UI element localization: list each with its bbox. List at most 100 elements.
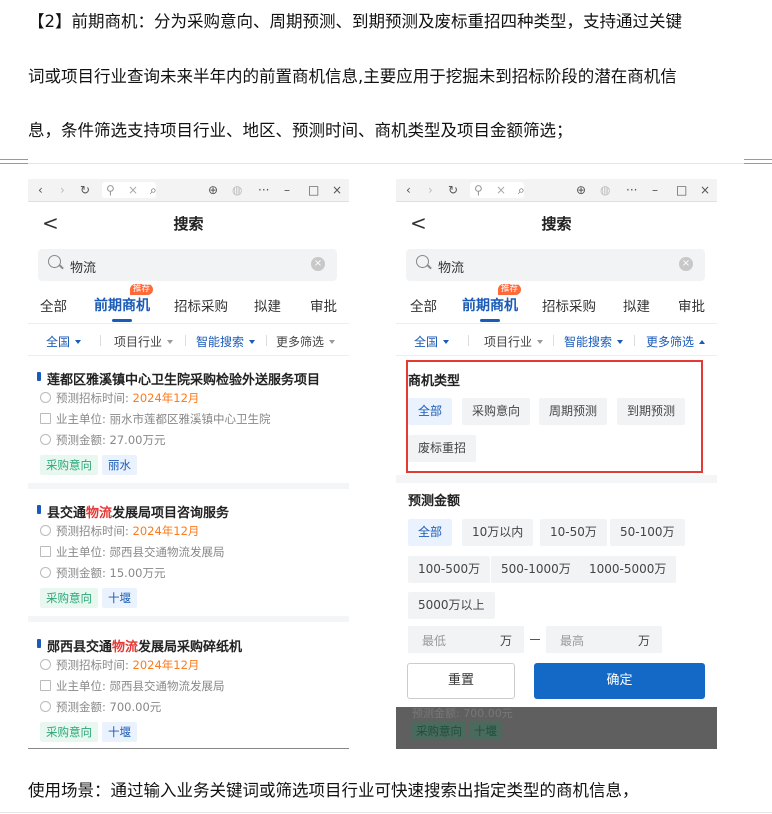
back-arrow-icon[interactable]: ‹	[406, 182, 411, 198]
amount-option[interactable]: 500-1000万	[491, 556, 581, 583]
filter-region[interactable]: 全国	[414, 333, 450, 350]
left-screenshot: ‹ › ↻ ⚲ × ⌕ ⊕ ◍ ··· – □ × < 搜索 物流 × 全部 前…	[28, 179, 349, 750]
max-placeholder: 最高	[560, 634, 585, 648]
filter-industry[interactable]: 项目行业	[114, 333, 174, 350]
divider	[553, 335, 554, 346]
owner-label: 业主单位:	[56, 679, 106, 693]
overlay-mask[interactable]: 预测金额: 700.00元 采购意向 十堰	[396, 707, 717, 749]
search-query: 物流	[438, 261, 465, 276]
filter-more[interactable]: 更多筛选	[646, 333, 706, 350]
divider	[0, 163, 772, 164]
tab-active-indicator	[112, 319, 132, 322]
clock-icon	[40, 659, 51, 670]
card-time: 预测招标时间: 2024年12月	[40, 523, 199, 539]
amount-option[interactable]: 全部	[408, 519, 453, 546]
globe-icon[interactable]: ◍	[600, 182, 610, 198]
minimize-icon[interactable]: –	[284, 182, 290, 198]
tab-early-opportunity[interactable]: 前期商机	[94, 295, 150, 315]
tab-early-opportunity[interactable]: 前期商机	[462, 295, 518, 315]
owner-label: 业主单位:	[56, 412, 106, 426]
clear-icon[interactable]: ×	[311, 257, 325, 271]
more-icon[interactable]: ···	[258, 182, 269, 198]
forward-arrow-icon[interactable]: ›	[60, 182, 65, 198]
card-title[interactable]: 县交通物流发展局项目咨询服务	[47, 502, 229, 521]
tab-proposed[interactable]: 拟建	[623, 295, 650, 315]
reload-icon[interactable]: ↻	[80, 182, 90, 198]
card-amount: 预测金额: 27.00万元	[40, 432, 165, 448]
browser-toolbar: ‹ › ↻ ⚲ × ⌕ ⊕ ◍ ··· – □ ×	[396, 179, 717, 202]
tab-tender[interactable]: 招标采购	[174, 295, 228, 315]
recommend-badge: 推荐	[130, 284, 154, 295]
close-icon[interactable]: ×	[332, 182, 342, 198]
tab-all[interactable]: 全部	[410, 295, 437, 315]
filter-more-label: 更多筛选	[646, 335, 695, 349]
tab-proposed[interactable]: 拟建	[254, 295, 281, 315]
list-item[interactable]: 县交通物流发展局项目咨询服务 预测招标时间: 2024年12月 业主单位: 郧西…	[28, 498, 349, 625]
bottom-border	[28, 748, 349, 749]
confirm-button[interactable]: 确定	[534, 663, 705, 699]
amount-label: 预测金额:	[56, 700, 106, 714]
card-accent	[37, 372, 41, 381]
amount-option[interactable]: 5000万以上	[408, 592, 495, 619]
list-item[interactable]: 郧西县交通物流发展局采购碎纸机 预测招标时间: 2024年12月 业主单位: 郧…	[28, 632, 349, 750]
filter-smart-label: 智能搜索	[196, 335, 245, 349]
type-option-expiry[interactable]: 到期预测	[617, 398, 686, 425]
filter-smart[interactable]: 智能搜索	[564, 333, 624, 350]
filter-more-label: 更多筛选	[276, 335, 325, 349]
tab-tender[interactable]: 招标采购	[542, 295, 596, 315]
card-title[interactable]: 莲都区雅溪镇中心卫生院采购检验外送服务项目	[47, 369, 320, 388]
search-input[interactable]: 物流 ×	[406, 249, 705, 281]
divider	[468, 335, 469, 346]
filter-region[interactable]: 全国	[46, 333, 82, 350]
forward-arrow-icon[interactable]: ›	[428, 182, 433, 198]
more-icon[interactable]: ···	[626, 182, 637, 198]
min-amount-input[interactable]: 最低 万	[408, 626, 524, 653]
amount-option[interactable]: 50-100万	[610, 519, 685, 546]
close-icon[interactable]: ×	[700, 182, 710, 198]
clear-icon[interactable]: ×	[679, 257, 693, 271]
card-accent	[37, 639, 41, 648]
globe-icon[interactable]: ◍	[232, 182, 242, 198]
tab-bar: 全部 前期商机 推荐 招标采购 拟建 审批	[28, 283, 349, 324]
page-header: < 搜索	[28, 202, 349, 244]
type-option-rebid[interactable]: 废标重招	[408, 435, 477, 462]
filter-more[interactable]: 更多筛选	[276, 333, 336, 350]
maximize-icon[interactable]: □	[308, 182, 319, 198]
filter-industry[interactable]: 项目行业	[484, 333, 544, 350]
type-option-intent[interactable]: 采购意向	[462, 398, 531, 425]
card-title[interactable]: 郧西县交通物流发展局采购碎纸机	[47, 636, 242, 655]
time-label: 预测招标时间:	[56, 524, 129, 538]
type-option-all[interactable]: 全部	[408, 398, 453, 425]
back-arrow-icon[interactable]: ‹	[38, 182, 43, 198]
download-icon[interactable]: ⊕	[208, 182, 218, 198]
close-x-icon[interactable]: ×	[496, 182, 506, 198]
maximize-icon[interactable]: □	[676, 182, 687, 198]
download-icon[interactable]: ⊕	[576, 182, 586, 198]
caret-down-icon	[537, 340, 544, 344]
owner-label: 业主单位:	[56, 545, 106, 559]
money-icon	[40, 567, 51, 578]
amount-option[interactable]: 1000-5000万	[579, 556, 677, 583]
minimize-icon[interactable]: –	[652, 182, 658, 198]
amount-option[interactable]: 10-50万	[540, 519, 607, 546]
tab-all[interactable]: 全部	[40, 295, 67, 315]
search-icon[interactable]: ⌕	[150, 182, 157, 198]
reload-icon[interactable]: ↻	[448, 182, 458, 198]
recommend-badge: 推荐	[498, 284, 522, 295]
tab-approval[interactable]: 审批	[310, 295, 337, 315]
amount-option[interactable]: 10万以内	[462, 519, 534, 546]
type-tag: 采购意向	[40, 588, 98, 608]
amount-option[interactable]: 100-500万	[408, 556, 491, 583]
search-input[interactable]: 物流 ×	[38, 249, 337, 281]
type-option-cycle[interactable]: 周期预测	[539, 398, 608, 425]
card-title-highlight: 物流	[112, 640, 139, 655]
list-item[interactable]: 莲都区雅溪镇中心卫生院采购检验外送服务项目 预测招标时间: 2024年12月 业…	[28, 365, 349, 492]
card-owner: 业主单位: 郧西县交通物流发展局	[40, 544, 225, 560]
max-amount-input[interactable]: 最高 万	[546, 626, 662, 653]
close-x-icon[interactable]: ×	[128, 182, 138, 198]
search-icon[interactable]: ⌕	[518, 182, 525, 198]
filter-industry-label: 项目行业	[114, 335, 163, 349]
filter-smart[interactable]: 智能搜索	[196, 333, 256, 350]
tab-approval[interactable]: 审批	[678, 295, 705, 315]
reset-button[interactable]: 重置	[407, 663, 515, 699]
